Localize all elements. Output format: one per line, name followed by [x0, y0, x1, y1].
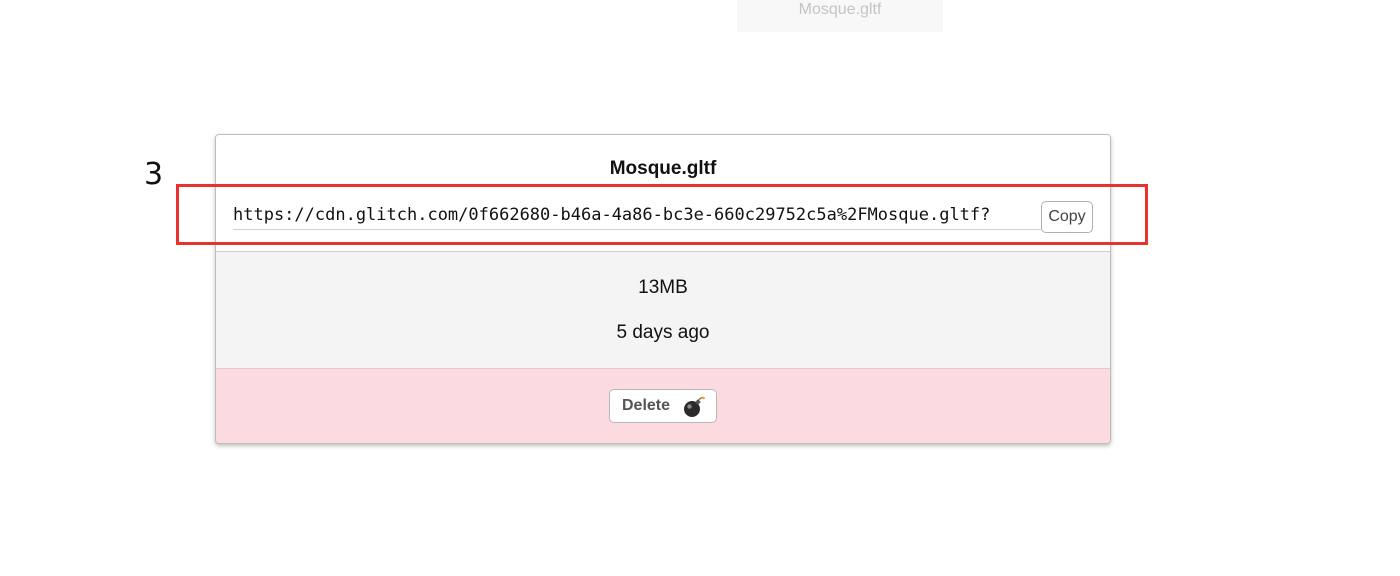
asset-size: 13MB: [638, 277, 688, 298]
bomb-icon: [682, 396, 706, 418]
asset-danger-section: Delete: [216, 368, 1110, 443]
copy-button[interactable]: Copy: [1041, 201, 1093, 233]
background-asset-label: Mosque.gltf: [798, 1, 882, 18]
asset-header-section: Mosque.gltf https://cdn.glitch.com/0f662…: [216, 135, 1110, 251]
asset-url-field[interactable]: https://cdn.glitch.com/0f662680-b46a-4a8…: [233, 201, 1041, 230]
delete-button-label: Delete: [622, 397, 671, 414]
page: Mosque.gltf 3 Mosque.gltf https://cdn.gl…: [0, 0, 1400, 576]
asset-title: Mosque.gltf: [609, 158, 717, 179]
step-number-annotation: 3: [144, 157, 164, 192]
asset-upload-date: 5 days ago: [616, 322, 710, 343]
background-asset-tile: Mosque.gltf: [737, 0, 943, 32]
delete-button[interactable]: Delete: [609, 389, 717, 423]
asset-popover: Mosque.gltf https://cdn.glitch.com/0f662…: [215, 134, 1111, 444]
asset-info-section: 13MB 5 days ago: [216, 252, 1110, 368]
